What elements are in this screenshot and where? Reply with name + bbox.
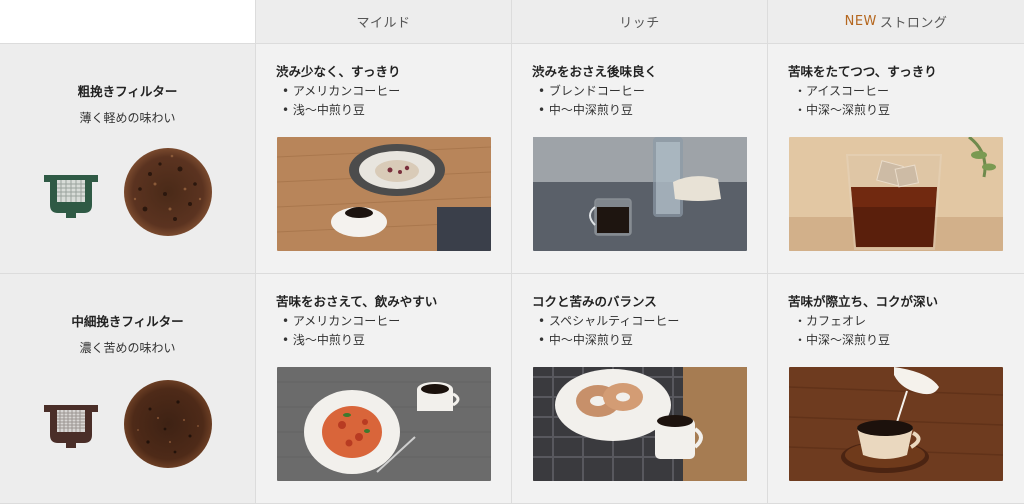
list-item: • アメリカンコーヒー bbox=[282, 84, 401, 98]
filter-name: 中細挽きフィルター bbox=[71, 314, 184, 329]
row-header-medium-fine: 中細挽きフィルター 濃く苦めの味わい bbox=[0, 274, 256, 504]
list-item: • 中〜中深煎り豆 bbox=[538, 333, 633, 347]
cell-title: 苦味をたてつつ、すっきり bbox=[788, 64, 937, 79]
coarse-filter-icon bbox=[44, 175, 98, 218]
list-item: • 浅〜中煎り豆 bbox=[282, 103, 365, 117]
cafe-au-lait-photo bbox=[789, 367, 1003, 481]
pasta-photo bbox=[277, 367, 491, 481]
comparison-table: マイルド リッチ NEW ストロング 粗挽きフィルター 薄く軽めの味わい 渋み少… bbox=[0, 0, 1024, 504]
row-header-coarse: 粗挽きフィルター 薄く軽めの味わい bbox=[0, 44, 256, 274]
list-item: • スペシャルティコーヒー bbox=[538, 314, 680, 328]
list-item: ・アイスコーヒー bbox=[794, 84, 890, 98]
list-item: ・中深〜深煎り豆 bbox=[794, 103, 891, 117]
coarse-grounds-image bbox=[124, 148, 212, 236]
donut-photo bbox=[533, 367, 747, 481]
new-badge: NEW bbox=[844, 14, 877, 29]
taste-description: 薄く軽めの味わい bbox=[79, 111, 176, 125]
cell-medium-fine-strong: 苦味が際立ち、コクが深い ・カフェオレ ・中深〜深煎り豆 bbox=[768, 274, 1024, 504]
cell-coarse-mild: 渋み少なく、すっきり • アメリカンコーヒー • 浅〜中煎り豆 bbox=[256, 44, 512, 274]
list-item: • 中〜中深煎り豆 bbox=[538, 103, 633, 117]
column-header-strong: NEW ストロング bbox=[768, 0, 1024, 44]
cell-coarse-rich: 渋みをおさえ後味良く • ブレンドコーヒー • 中〜中深煎り豆 bbox=[512, 44, 768, 274]
column-header-label: ストロング bbox=[879, 16, 948, 31]
column-header-mild: マイルド bbox=[256, 0, 512, 44]
glass-coffee-photo bbox=[533, 137, 747, 251]
cell-medium-fine-rich: コクと苦みのバランス • スペシャルティコーヒー • 中〜中深煎り豆 bbox=[512, 274, 768, 504]
taste-description: 濃く苦めの味わい bbox=[79, 341, 176, 355]
cell-title: 渋み少なく、すっきり bbox=[276, 64, 401, 79]
list-item: ・カフェオレ bbox=[794, 314, 867, 328]
column-header-label: リッチ bbox=[619, 16, 660, 31]
table-corner bbox=[0, 0, 256, 44]
iced-coffee-photo bbox=[789, 137, 1003, 251]
cell-title: 渋みをおさえ後味良く bbox=[532, 64, 658, 79]
medium-fine-grounds-image bbox=[124, 380, 212, 468]
cell-medium-fine-mild: 苦味をおさえて、飲みやすい • アメリカンコーヒー • 浅〜中煎り豆 bbox=[256, 274, 512, 504]
column-header-rich: リッチ bbox=[512, 0, 768, 44]
cell-title: コクと苦みのバランス bbox=[532, 294, 657, 309]
medium-fine-filter-icon bbox=[44, 405, 98, 448]
cell-title: 苦味をおさえて、飲みやすい bbox=[276, 294, 438, 309]
list-item: • ブレンドコーヒー bbox=[538, 84, 645, 98]
list-item: • アメリカンコーヒー bbox=[282, 314, 401, 328]
list-item: ・中深〜深煎り豆 bbox=[794, 333, 891, 347]
column-header-label: マイルド bbox=[356, 16, 411, 31]
list-item: • 浅〜中煎り豆 bbox=[282, 333, 365, 347]
cell-coarse-strong: 苦味をたてつつ、すっきり ・アイスコーヒー ・中深〜深煎り豆 bbox=[768, 44, 1024, 274]
breakfast-photo bbox=[277, 137, 491, 251]
cell-title: 苦味が際立ち、コクが深い bbox=[788, 294, 939, 309]
filter-name: 粗挽きフィルター bbox=[77, 84, 178, 99]
